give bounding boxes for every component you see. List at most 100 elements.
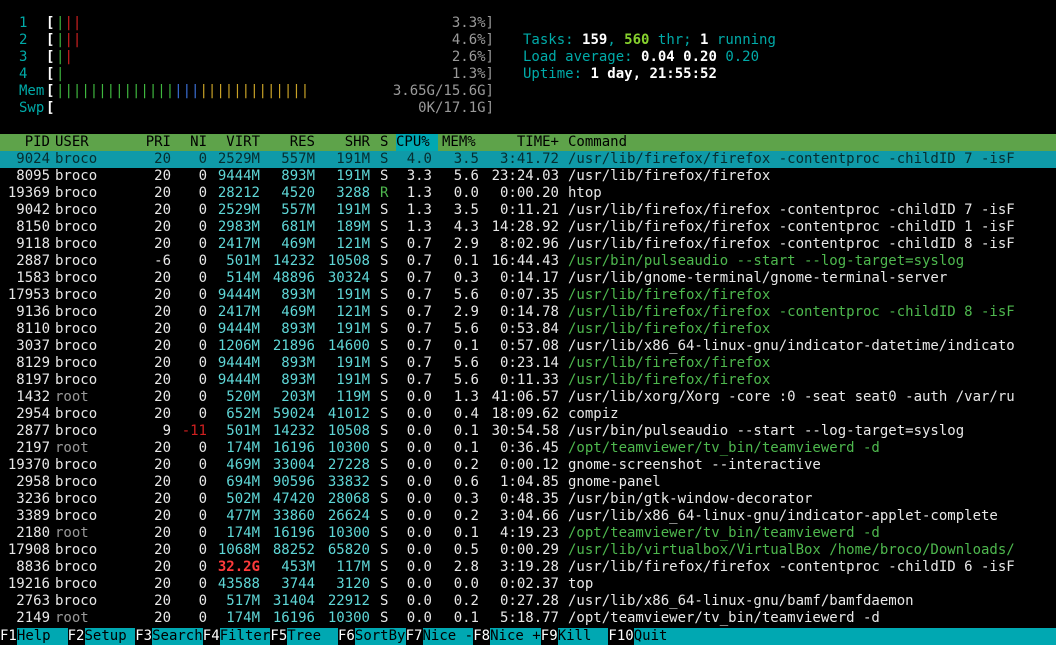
table-row[interactable]: 3037 broco 20 0 1206M 21896 14600 S 0.7 0.1 0:57.0… xyxy=(0,338,1056,355)
fkey-f6[interactable]: F6 xyxy=(338,628,355,645)
table-row[interactable]: 9136 broco 20 0 2417M 469M 121M S 0.7 2.9 0:14.78 /… xyxy=(0,304,1056,321)
fkey-f9[interactable]: F9 xyxy=(541,628,558,645)
fkey-label-f10[interactable]: Quit xyxy=(633,628,1056,645)
cell-virt: 9444M xyxy=(217,372,260,388)
cell-time: 3:19.28 xyxy=(499,559,559,575)
cell-time: 0:00.20 xyxy=(499,185,559,201)
cell-user: broco xyxy=(55,253,98,269)
fkey-f1[interactable]: F1 xyxy=(0,628,17,645)
fkey-label-f2[interactable]: Setup xyxy=(84,628,136,645)
uptime: Uptime: 1 day, 21:55:52 xyxy=(523,66,717,82)
cell-shr: 189M xyxy=(336,219,370,235)
cell-time: 16:44.43 xyxy=(491,253,559,269)
cell-pri: 20 xyxy=(154,491,171,507)
table-row[interactable]: 8095 broco 20 0 9444M 893M 191M S 3.3 5.6 23:24.03… xyxy=(0,168,1056,185)
col-pid[interactable]: PID xyxy=(25,134,50,151)
table-row[interactable]: 19370 broco 20 0 469M 33004 27228 S 0.0 0.2 0:00.1… xyxy=(0,457,1056,474)
col-virt[interactable]: VIRT xyxy=(226,134,260,151)
table-row[interactable]: 17908 broco 20 0 1068M 88252 65820 S 0.0 0.5 0:00.… xyxy=(0,542,1056,559)
fkey-f8[interactable]: F8 xyxy=(473,628,490,645)
cell-command: /usr/lib/firefox/firefox -contentproc -c… xyxy=(568,202,1015,218)
fkey-label-f7[interactable]: Nice - xyxy=(422,628,474,645)
table-row[interactable]: 2763 broco 20 0 517M 31404 22912 S 0.0 0.2 0:27.28… xyxy=(0,593,1056,610)
table-row[interactable]: 8197 broco 20 0 9444M 893M 191M S 0.7 5.6 0:11.33 /… xyxy=(0,372,1056,389)
col-shr[interactable]: SHR xyxy=(345,134,370,151)
table-row[interactable]: 8110 broco 20 0 9444M 893M 191M S 0.7 5.6 0:53.84 /… xyxy=(0,321,1056,338)
col-res[interactable]: RES xyxy=(290,134,315,151)
table-row[interactable]: 19216 broco 20 0 43588 3744 3120 S 0.0 0.0 0:02.37… xyxy=(0,576,1056,593)
cell-state: S xyxy=(380,508,389,524)
cell-state: S xyxy=(380,151,389,167)
meter-bracket: [ xyxy=(46,83,55,99)
cell-virt: 520M xyxy=(226,389,260,405)
cell-shr: 119M xyxy=(336,389,370,405)
cell-pri: 20 xyxy=(154,270,171,286)
col-mem[interactable]: MEM% xyxy=(442,134,476,151)
cell-user: broco xyxy=(55,338,98,354)
col-ni[interactable]: NI xyxy=(190,134,207,151)
table-row[interactable]: 2958 broco 20 0 694M 90596 33832 S 0.0 0.6 1:04.85… xyxy=(0,474,1056,491)
col-state[interactable]: S xyxy=(380,134,388,151)
fkey-f4[interactable]: F4 xyxy=(203,628,220,645)
cell-ni: 0 xyxy=(198,270,207,286)
fkey-label-f6[interactable]: SortBy xyxy=(354,628,406,645)
cell-pid: 3389 xyxy=(16,508,50,524)
cell-command: /usr/lib/x86_64-linux-gnu/indicator-appl… xyxy=(568,508,998,524)
table-row[interactable]: 8836 broco 20 0 32.2G 453M 117M S 0.0 2.8 3:19.28 /… xyxy=(0,559,1056,576)
table-row[interactable]: 2180 root 20 0 174M 16196 10300 S 0.0 0.1 4:19.23 /… xyxy=(0,525,1056,542)
cell-mem: 0.1 xyxy=(453,440,479,456)
cell-virt: 1206M xyxy=(217,338,260,354)
fkey-label-f4[interactable]: Filter xyxy=(219,628,271,645)
cell-user: broco xyxy=(55,474,98,490)
fkey-f5[interactable]: F5 xyxy=(270,628,287,645)
table-row[interactable]: 3389 broco 20 0 477M 33860 26624 S 0.0 0.2 3:04.66… xyxy=(0,508,1056,525)
cell-user: broco xyxy=(55,542,98,558)
cell-cpu: 0.0 xyxy=(406,593,432,609)
fkey-f2[interactable]: F2 xyxy=(68,628,85,645)
col-cpu[interactable]: CPU% xyxy=(396,134,438,151)
cell-res: 14232 xyxy=(272,423,315,439)
cell-res: 469M xyxy=(281,304,315,320)
cell-virt: 1068M xyxy=(217,542,260,558)
cell-command: /usr/lib/firefox/firefox xyxy=(568,355,771,371)
table-row[interactable]: 2877 broco 9 -11 501M 14232 10508 S 0.0 0.1 30:54.… xyxy=(0,423,1056,440)
table-row[interactable]: 17953 broco 20 0 9444M 893M 191M S 0.7 5.6 0:07.35… xyxy=(0,287,1056,304)
col-command[interactable]: Command xyxy=(568,134,627,151)
cell-pri: 20 xyxy=(154,168,171,184)
fkey-f7[interactable]: F7 xyxy=(406,628,423,645)
table-row[interactable]: 9118 broco 20 0 2417M 469M 121M S 0.7 2.9 8:02.96 /… xyxy=(0,236,1056,253)
cell-state: S xyxy=(380,321,389,337)
cell-ni: 0 xyxy=(198,287,207,303)
fkey-label-f3[interactable]: Search xyxy=(152,628,203,645)
cell-cpu: 0.0 xyxy=(406,542,432,558)
cell-pri: 20 xyxy=(154,372,171,388)
table-row[interactable]: 9042 broco 20 0 2529M 557M 191M S 1.3 3.5 0:11.21 /… xyxy=(0,202,1056,219)
swap-label: Swp xyxy=(19,100,45,116)
table-row[interactable]: 2954 broco 20 0 652M 59024 41012 S 0.0 0.4 18:09.6… xyxy=(0,406,1056,423)
fkey-label-f1[interactable]: Help xyxy=(16,628,68,645)
table-row[interactable]: 1432 root 20 0 520M 203M 119M S 0.0 1.3 41:06.57/u… xyxy=(0,389,1056,406)
table-row[interactable]: 8129 broco 20 0 9444M 893M 191M S 0.7 5.6 0:23.14 /… xyxy=(0,355,1056,372)
table-row[interactable]: 19369 broco 20 0 28212 4520 3288 R 1.3 0.0 0:00.20… xyxy=(0,185,1056,202)
table-row[interactable]: 3236 broco 20 0 502M 47420 28068 S 0.0 0.3 0:48.35… xyxy=(0,491,1056,508)
cell-cpu: 4.0 xyxy=(406,151,432,167)
fkey-label-f8[interactable]: Nice + xyxy=(490,628,541,645)
cell-res: 88252 xyxy=(272,542,315,558)
table-row[interactable]: 2887 broco -6 0 501M 14232 10508 S 0.7 0.1 16:44.4… xyxy=(0,253,1056,270)
table-row[interactable]: 1583 broco 20 0 514M 48896 30324 S 0.7 0.3 0:14.17… xyxy=(0,270,1056,287)
fkey-f10[interactable]: F10 xyxy=(608,628,633,645)
table-row[interactable]: 8150 broco 20 0 2983M 681M 189M S 1.3 4.3 14:28.92… xyxy=(0,219,1056,236)
fkey-label-f5[interactable]: Tree xyxy=(287,628,338,645)
col-pri[interactable]: PRI xyxy=(146,134,171,151)
cell-cpu: 1.3 xyxy=(406,185,432,201)
table-row[interactable]: 2197 root 20 0 174M 16196 10300 S 0.0 0.1 0:36.45 /… xyxy=(0,440,1056,457)
cell-user: broco xyxy=(55,236,98,252)
table-row[interactable]: 2149 root 20 0 174M 16196 10300 S 0.0 0.1 5:18.77 /… xyxy=(0,610,1056,627)
cell-time: 1:04.85 xyxy=(499,474,559,490)
col-user[interactable]: USER xyxy=(55,134,89,151)
fkey-label-f9[interactable]: Kill xyxy=(557,628,609,645)
cell-shr: 10300 xyxy=(327,440,370,456)
fkey-f3[interactable]: F3 xyxy=(135,628,152,645)
table-row-selected[interactable]: 9024 broco 20 0 2529M 557M 191M S 4.0 3.5 3:41.72 /… xyxy=(0,151,1056,168)
col-time[interactable]: TIME+ xyxy=(517,134,559,151)
